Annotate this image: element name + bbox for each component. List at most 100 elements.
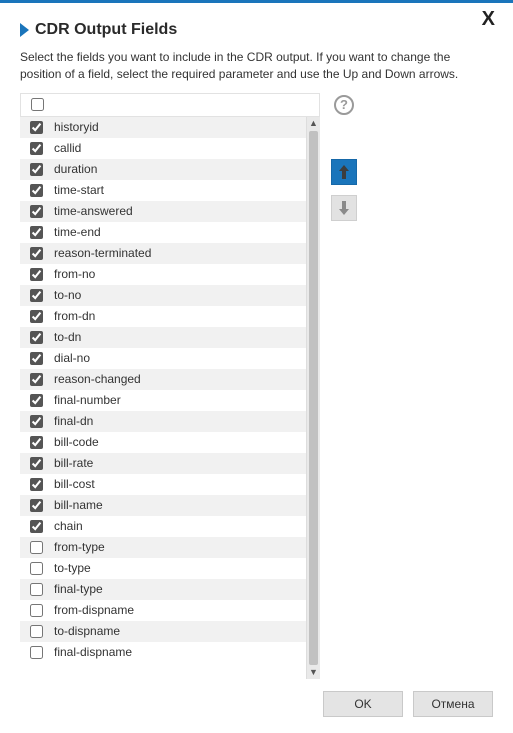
field-checkbox[interactable] [30, 478, 43, 491]
field-checkbox[interactable] [30, 541, 43, 554]
move-down-button[interactable] [331, 195, 357, 221]
field-label: to-no [54, 288, 300, 302]
field-row[interactable]: dial-no [20, 348, 306, 369]
field-checkbox[interactable] [30, 226, 43, 239]
field-label: final-number [54, 393, 300, 407]
help-icon[interactable]: ? [334, 95, 354, 115]
field-row[interactable]: from-type [20, 537, 306, 558]
field-checkbox[interactable] [30, 331, 43, 344]
field-row[interactable]: to-dispname [20, 621, 306, 642]
field-row[interactable]: to-no [20, 285, 306, 306]
dialog-description: Select the fields you want to include in… [20, 49, 493, 83]
field-row[interactable]: final-dispname [20, 642, 306, 663]
field-row[interactable]: bill-code [20, 432, 306, 453]
field-label: callid [54, 141, 300, 155]
field-row[interactable]: reason-terminated [20, 243, 306, 264]
dialog-title: CDR Output Fields [35, 21, 177, 39]
field-checkbox[interactable] [30, 352, 43, 365]
field-checkbox[interactable] [30, 415, 43, 428]
scroll-thumb[interactable] [309, 131, 318, 665]
field-checkbox[interactable] [30, 142, 43, 155]
field-label: to-dn [54, 330, 300, 344]
field-row[interactable]: reason-changed [20, 369, 306, 390]
scrollbar[interactable]: ▲ ▼ [306, 117, 320, 679]
field-checkbox[interactable] [30, 205, 43, 218]
field-label: chain [54, 519, 300, 533]
field-label: reason-terminated [54, 246, 300, 260]
field-checkbox[interactable] [30, 373, 43, 386]
field-checkbox[interactable] [30, 436, 43, 449]
field-row[interactable]: bill-name [20, 495, 306, 516]
field-row[interactable]: from-no [20, 264, 306, 285]
field-checkbox[interactable] [30, 646, 43, 659]
arrow-down-icon [339, 201, 349, 215]
field-checkbox[interactable] [30, 184, 43, 197]
field-row[interactable]: from-dn [20, 306, 306, 327]
field-row[interactable]: time-end [20, 222, 306, 243]
caret-right-icon [20, 23, 29, 37]
field-row[interactable]: bill-rate [20, 453, 306, 474]
field-label: time-end [54, 225, 300, 239]
field-row[interactable]: chain [20, 516, 306, 537]
field-checkbox[interactable] [30, 247, 43, 260]
field-label: time-answered [54, 204, 300, 218]
field-label: historyid [54, 120, 300, 134]
field-checkbox[interactable] [30, 520, 43, 533]
field-row[interactable]: time-start [20, 180, 306, 201]
arrow-up-icon [339, 165, 349, 179]
field-row[interactable]: bill-cost [20, 474, 306, 495]
field-row[interactable]: final-type [20, 579, 306, 600]
field-label: final-dispname [54, 645, 300, 659]
field-label: to-type [54, 561, 300, 575]
field-row[interactable]: time-answered [20, 201, 306, 222]
field-checkbox[interactable] [30, 583, 43, 596]
field-row[interactable]: to-dn [20, 327, 306, 348]
field-checkbox[interactable] [30, 163, 43, 176]
cdr-output-fields-dialog: X CDR Output Fields Select the fields yo… [0, 0, 513, 733]
field-label: bill-name [54, 498, 300, 512]
dialog-title-row: CDR Output Fields [20, 21, 493, 39]
close-icon[interactable]: X [482, 9, 495, 29]
field-row[interactable]: historyid [20, 117, 306, 138]
field-checkbox[interactable] [30, 394, 43, 407]
field-row[interactable]: to-type [20, 558, 306, 579]
field-checkbox[interactable] [30, 625, 43, 638]
field-row[interactable]: callid [20, 138, 306, 159]
field-checkbox[interactable] [30, 457, 43, 470]
fields-list-wrap: historyid callid duration time-start time-an… [20, 117, 320, 679]
field-checkbox[interactable] [30, 562, 43, 575]
field-label: from-dispname [54, 603, 300, 617]
ok-button[interactable]: OK [323, 691, 403, 717]
field-checkbox[interactable] [30, 310, 43, 323]
field-label: final-type [54, 582, 300, 596]
cancel-button[interactable]: Отмена [413, 691, 493, 717]
fields-header [20, 93, 320, 117]
field-label: from-no [54, 267, 300, 281]
fields-list[interactable]: historyid callid duration time-start time-an… [20, 117, 306, 679]
field-row[interactable]: final-number [20, 390, 306, 411]
select-all-checkbox[interactable] [31, 98, 44, 111]
field-label: final-dn [54, 414, 300, 428]
move-up-button[interactable] [331, 159, 357, 185]
field-label: bill-rate [54, 456, 300, 470]
field-label: dial-no [54, 351, 300, 365]
field-row[interactable]: from-dispname [20, 600, 306, 621]
field-label: bill-cost [54, 477, 300, 491]
field-label: from-type [54, 540, 300, 554]
field-checkbox[interactable] [30, 121, 43, 134]
field-label: bill-code [54, 435, 300, 449]
scroll-up-icon[interactable]: ▲ [307, 117, 320, 131]
field-label: time-start [54, 183, 300, 197]
field-checkbox[interactable] [30, 499, 43, 512]
field-checkbox[interactable] [30, 268, 43, 281]
fields-column: historyid callid duration time-start time-an… [20, 93, 320, 679]
scroll-down-icon[interactable]: ▼ [307, 665, 320, 679]
field-label: from-dn [54, 309, 300, 323]
field-checkbox[interactable] [30, 604, 43, 617]
field-checkbox[interactable] [30, 289, 43, 302]
dialog-content: historyid callid duration time-start time-an… [20, 93, 493, 679]
field-label: reason-changed [54, 372, 300, 386]
field-row[interactable]: duration [20, 159, 306, 180]
side-controls: ? [330, 93, 358, 679]
field-row[interactable]: final-dn [20, 411, 306, 432]
